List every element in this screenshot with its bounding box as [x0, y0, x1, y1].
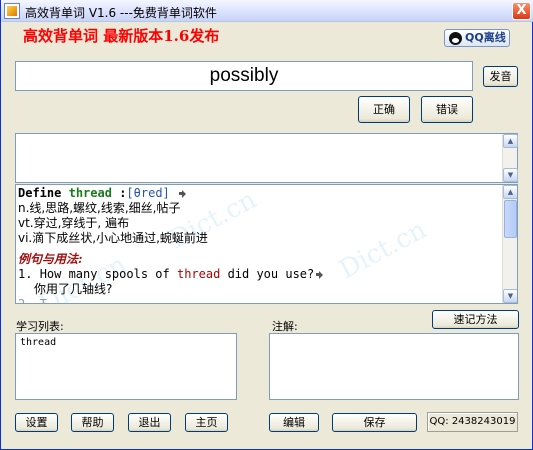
definition-header: Define thread :[θred]: [18, 186, 503, 201]
edit-button[interactable]: 编辑: [269, 413, 319, 432]
answer-input-area[interactable]: ▲ ▼: [15, 133, 518, 183]
exit-button[interactable]: 退出: [128, 413, 171, 432]
list-item[interactable]: thread: [20, 337, 232, 348]
scroll-up-arrow-icon[interactable]: ▲: [503, 185, 517, 199]
app-icon: [4, 3, 20, 19]
current-word-display: possibly: [15, 61, 473, 91]
phonetic: [θred]: [126, 186, 170, 200]
scroll-up-arrow-icon[interactable]: ▲: [503, 134, 518, 148]
home-button[interactable]: 主页: [185, 413, 228, 432]
settings-button[interactable]: 设置: [15, 413, 58, 432]
qq-number-badge: QQ: 2438243019: [427, 412, 518, 432]
wrong-button[interactable]: 错误: [421, 96, 473, 123]
example-sentence-cutoff: 2. T...: [18, 297, 503, 303]
pronounce-button[interactable]: 发音: [483, 66, 518, 87]
scroll-down-arrow-icon[interactable]: ▼: [503, 168, 518, 182]
speaker-icon[interactable]: [316, 270, 326, 279]
example-highlight-word: thread: [176, 267, 221, 281]
memory-method-button[interactable]: 速记方法: [432, 310, 519, 329]
notes-label: 注解:: [272, 320, 298, 333]
sense-line: n.线,思路,螺纹,线索,细丝,帖子: [18, 201, 181, 215]
close-button[interactable]: X: [512, 2, 531, 20]
notes-field[interactable]: [269, 333, 519, 400]
correct-button[interactable]: 正确: [358, 96, 410, 123]
example-sentence: 1. How many spools of thread did you use…: [18, 267, 503, 282]
definition-scrollbar[interactable]: ▲ ▼: [502, 185, 517, 303]
scroll-thumb[interactable]: [504, 200, 517, 238]
help-button[interactable]: 帮助: [71, 413, 114, 432]
title-bar[interactable]: 高效背单词 V1.6 ---免费背单词软件 X: [1, 0, 533, 22]
example-translation: 你用了几轴线?: [34, 282, 113, 296]
main-window: 高效背单词 V1.6 ---免费背单词软件 X 高效背单词 最新版本1.6发布 …: [0, 0, 533, 450]
definition-word: thread: [68, 186, 112, 200]
qq-offline-button[interactable]: QQ离线: [444, 29, 510, 47]
scroll-down-arrow-icon[interactable]: ▼: [503, 289, 517, 303]
sense-line: vt.穿过,穿线于, 遍布: [18, 216, 130, 230]
example-text-pre: How many spools of: [39, 267, 170, 281]
definition-content: Define thread :[θred] n.线,思路,螺纹,线索,细丝,帖子…: [18, 186, 503, 303]
save-button[interactable]: 保存: [332, 413, 417, 432]
sense-line: vi.滴下成丝状,小心地通过,蜿蜒前进: [18, 231, 208, 245]
example-number: 1.: [18, 267, 33, 281]
qq-penguin-icon: [449, 32, 462, 45]
examples-heading: 例句与用法:: [18, 252, 83, 266]
answer-scrollbar[interactable]: ▲ ▼: [502, 134, 518, 182]
example-text-post: did you use?: [227, 267, 315, 281]
define-prefix: Define: [18, 186, 62, 200]
window-title: 高效背单词 V1.6 ---免费背单词软件: [25, 6, 217, 20]
qq-offline-label: QQ离线: [465, 31, 506, 44]
study-list[interactable]: thread: [15, 333, 237, 400]
speaker-icon[interactable]: [179, 189, 189, 198]
definition-panel[interactable]: Dict.cn Dict.cn Dict.cn Define thread :[…: [15, 184, 518, 304]
study-list-label: 学习列表:: [16, 320, 64, 333]
release-banner[interactable]: 高效背单词 最新版本1.6发布: [23, 25, 219, 46]
